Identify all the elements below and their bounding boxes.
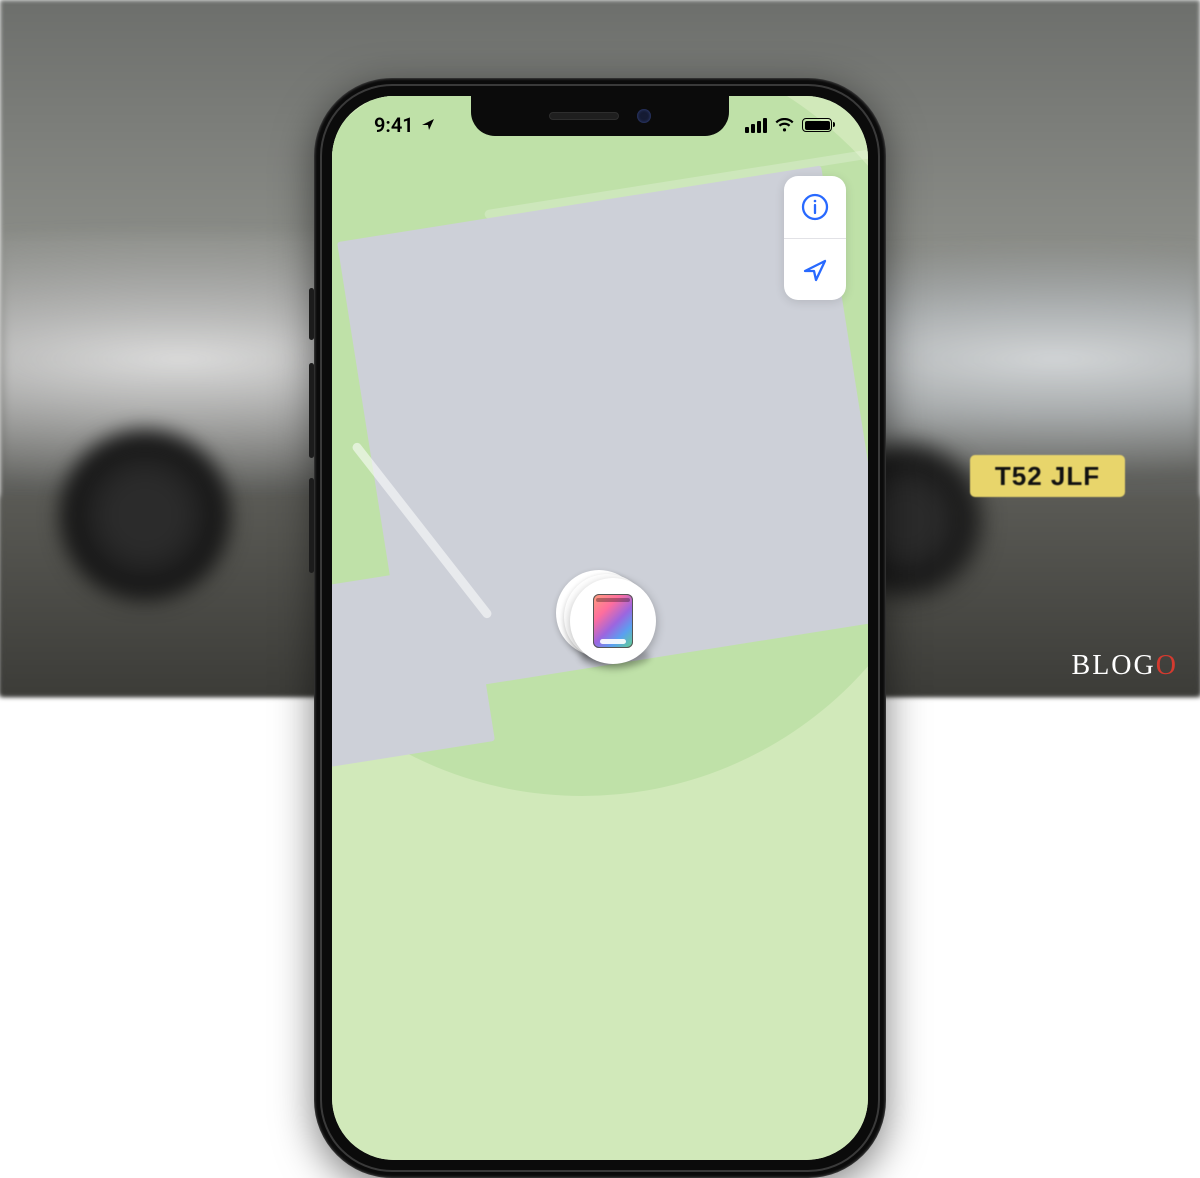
battery-fill (805, 121, 830, 130)
phone-screen: 9:41 (332, 96, 868, 1160)
map-locate-button[interactable] (784, 238, 846, 300)
iphone-device-frame: 9:41 (314, 78, 886, 1178)
cellular-signal-icon (745, 118, 767, 133)
location-services-icon (421, 113, 436, 137)
map-info-button[interactable] (784, 176, 846, 238)
status-time: 9:41 (374, 113, 414, 137)
phone-volume-up (309, 363, 314, 458)
phone-volume-down (309, 478, 314, 573)
watermark-logo: BLOGO (1072, 650, 1178, 682)
map-controls (784, 176, 846, 300)
device-location-pin[interactable] (570, 578, 656, 664)
phone-notch (471, 96, 729, 136)
ipad-icon (593, 594, 633, 648)
watermark-text: BLOG (1072, 650, 1156, 682)
phone-front-camera (637, 109, 651, 123)
phone-speaker (549, 112, 619, 120)
license-plate: T52 JLF (970, 455, 1125, 497)
status-left: 9:41 (374, 113, 436, 137)
battery-icon (802, 118, 832, 132)
pin-stack-front[interactable] (570, 578, 656, 664)
location-arrow-icon (801, 256, 829, 284)
watermark-accent: O (1156, 650, 1178, 682)
background-wheel-left (60, 430, 230, 600)
status-right (745, 118, 832, 133)
info-circle-icon (800, 192, 830, 222)
phone-side-button (309, 288, 314, 340)
wifi-icon (774, 118, 795, 133)
